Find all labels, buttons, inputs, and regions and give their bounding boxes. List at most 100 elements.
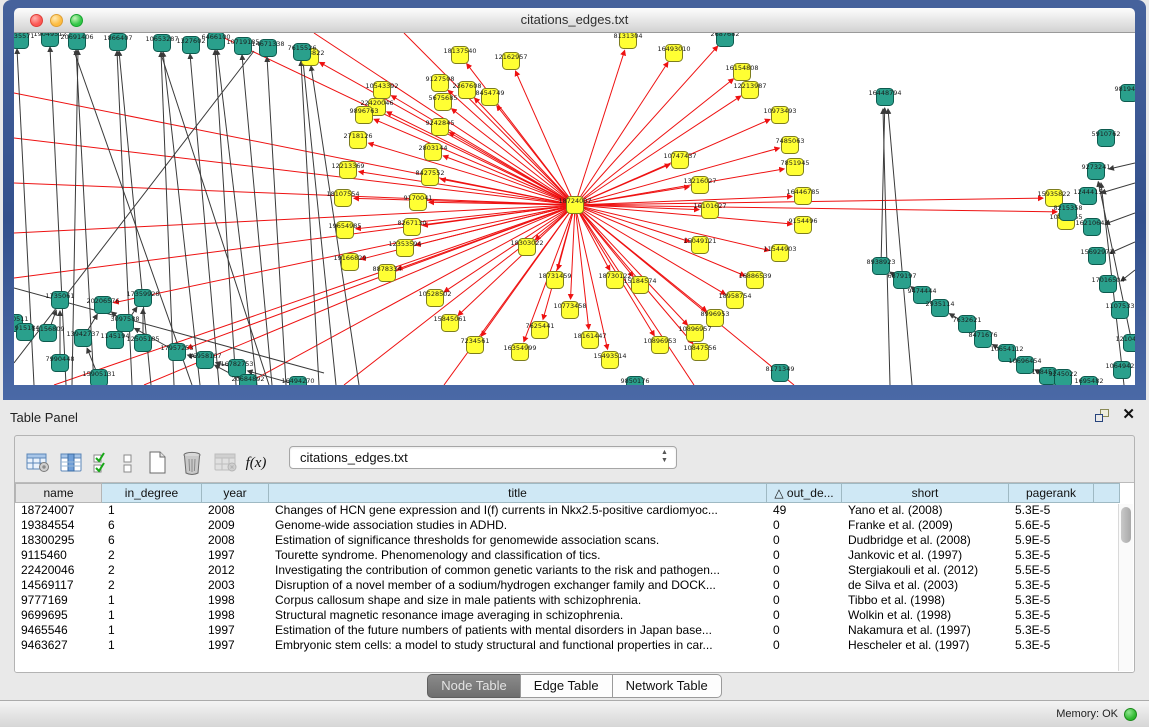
table-row[interactable]: 1872400712008Changes of HCN gene express…	[15, 503, 1134, 518]
table-row[interactable]: 911546021997Tourette syndrome. Phenomeno…	[15, 548, 1134, 563]
graph-node[interactable]: 7632621	[953, 316, 982, 333]
table-settings-icon[interactable]	[23, 449, 53, 477]
graph-node[interactable]: 8267130	[398, 219, 427, 236]
graph-node[interactable]: 17359928	[126, 290, 159, 307]
column-header-name[interactable]: name	[15, 483, 102, 503]
graph-node[interactable]: 10543392	[365, 82, 398, 99]
table-select[interactable]: citations_edges.txt ▲▼	[289, 446, 677, 469]
float-panel-icon[interactable]	[1095, 409, 1109, 422]
graph-node[interactable]: 15049121	[683, 237, 716, 254]
delete-rows-icon[interactable]	[177, 449, 207, 477]
clear-selection-icon[interactable]	[117, 449, 139, 477]
graph-node[interactable]: 9850176	[621, 377, 650, 386]
graph-node[interactable]: 14671338	[251, 40, 284, 57]
graph-node[interactable]: 16886539	[738, 272, 771, 289]
graph-node[interactable]: 10747437	[663, 152, 696, 169]
graph-node[interactable]: 12505185	[126, 335, 159, 352]
graph-node[interactable]: 18303022	[510, 239, 543, 256]
graph-node[interactable]: 18731459	[538, 272, 571, 289]
graph-node[interactable]: 16154808	[725, 64, 758, 81]
graph-node[interactable]: 18958754	[718, 292, 751, 309]
graph-node[interactable]: 15692971	[1080, 248, 1113, 265]
graph-node[interactable]: 2803144	[419, 144, 448, 161]
graph-node[interactable]: 7851945	[781, 159, 810, 176]
graph-node[interactable]: 9819472	[1115, 85, 1135, 102]
graph-node[interactable]: 12213369	[331, 162, 364, 179]
graph-node[interactable]: 6879197	[888, 272, 917, 289]
graph-node[interactable]: 7485063	[776, 137, 805, 154]
table-row[interactable]: 946362711997Embryonic stem cells: a mode…	[15, 638, 1134, 653]
graph-node[interactable]: 16210643	[1075, 219, 1108, 236]
column-header-pagerank[interactable]: pagerank	[1009, 483, 1094, 503]
graph-node[interactable]: 2718126	[344, 132, 373, 149]
graph-node[interactable]: 16354999	[503, 344, 536, 361]
graph-node[interactable]: 19166829	[333, 254, 366, 271]
graph-node[interactable]: 8996953	[701, 310, 730, 327]
table-row[interactable]: 977716911998Corpus callosum shape and si…	[15, 593, 1134, 608]
delete-table-icon[interactable]	[211, 449, 241, 477]
table-row[interactable]: 2242004622012Investigating the contribut…	[15, 563, 1134, 578]
new-file-icon[interactable]	[143, 449, 173, 477]
graph-node[interactable]: 10847556	[683, 344, 716, 361]
graph-node[interactable]: 10773458	[553, 302, 586, 319]
column-header-title[interactable]: title	[269, 483, 767, 503]
graph-node[interactable]: 10649422	[1105, 362, 1135, 379]
graph-node[interactable]: 9127508	[426, 75, 455, 92]
graph-node[interactable]: 11544903	[763, 245, 796, 262]
graph-node[interactable]: 10653287	[145, 35, 178, 52]
tab-network-table[interactable]: Network Table	[612, 674, 722, 698]
close-panel-icon[interactable]: ✕	[1122, 407, 1135, 423]
table-row[interactable]: 969969511998Structural magnetic resonanc…	[15, 608, 1134, 623]
table-row[interactable]: 1938455462009Genome-wide association stu…	[15, 518, 1134, 533]
graph-node[interactable]: 16782753	[220, 360, 253, 377]
graph-node[interactable]: 1735061	[46, 292, 75, 309]
graph-node[interactable]: 1244415	[1074, 188, 1103, 205]
graph-node[interactable]: 18137540	[443, 47, 476, 64]
graph-node[interactable]: 13942737	[66, 330, 99, 347]
function-builder-icon[interactable]: f(x)	[245, 449, 267, 477]
column-header-short[interactable]: short	[842, 483, 1009, 503]
show-columns-icon[interactable]	[57, 449, 87, 477]
column-header-out_degree[interactable]: △ out_de...	[767, 483, 842, 503]
graph-node[interactable]: 16448794	[868, 89, 901, 106]
window-titlebar[interactable]: citations_edges.txt	[14, 8, 1135, 33]
graph-node[interactable]: 15493514	[593, 352, 626, 369]
graph-node[interactable]: 20691406	[60, 33, 93, 50]
graph-node[interactable]: 1145194	[101, 332, 130, 349]
graph-node[interactable]: 5910762	[1092, 130, 1121, 147]
graph-node[interactable]: 20206576	[86, 297, 119, 314]
graph-node[interactable]: 2687682	[711, 33, 740, 47]
graph-node[interactable]: 12104554	[1115, 335, 1135, 352]
graph-node[interactable]: 9170041	[404, 194, 433, 211]
graph-node[interactable]: 9154496	[789, 217, 818, 234]
graph-node[interactable]: 8454749	[476, 89, 505, 106]
graph-node[interactable]: 7990448	[46, 355, 75, 372]
graph-node[interactable]: 1695482	[1075, 377, 1104, 386]
vertical-scrollbar[interactable]	[1118, 504, 1133, 671]
column-header-year[interactable]: year	[202, 483, 269, 503]
graph-node[interactable]: 20684892	[231, 375, 264, 386]
scrollbar-thumb[interactable]	[1121, 507, 1131, 543]
graph-node[interactable]: 1866407	[104, 34, 133, 51]
graph-node[interactable]: 4935571	[14, 33, 34, 49]
graph-node[interactable]: 15845061	[433, 315, 466, 332]
tab-edge-table[interactable]: Edge Table	[520, 674, 613, 698]
graph-node[interactable]: 8427552	[416, 169, 445, 186]
graph-node[interactable]: 18161447	[573, 332, 606, 349]
select-all-icon[interactable]	[91, 449, 113, 477]
graph-node[interactable]: 5675685	[429, 94, 458, 111]
graph-node[interactable]: 15905131	[82, 370, 115, 386]
table-row[interactable]: 1830029562008Estimation of significance …	[15, 533, 1134, 548]
graph-canvas[interactable]: 1872400710543392224200469896763271812612…	[14, 33, 1135, 385]
graph-node[interactable]: 7625441	[526, 322, 555, 339]
graph-node[interactable]: 16493010	[657, 45, 690, 62]
graph-node[interactable]: 7234561	[461, 337, 490, 354]
graph-node[interactable]: 12353594	[388, 240, 421, 257]
graph-node[interactable]: 12213987	[733, 82, 766, 99]
graph-node[interactable]: 12162957	[494, 53, 527, 70]
graph-node[interactable]: 10528502	[418, 290, 451, 307]
column-header-in_degree[interactable]: in_degree	[102, 483, 202, 503]
graph-node[interactable]: 8171349	[766, 365, 795, 382]
table-row[interactable]: 1456911722003Disruption of a novel membe…	[15, 578, 1134, 593]
graph-node[interactable]: 16494270	[281, 377, 314, 386]
